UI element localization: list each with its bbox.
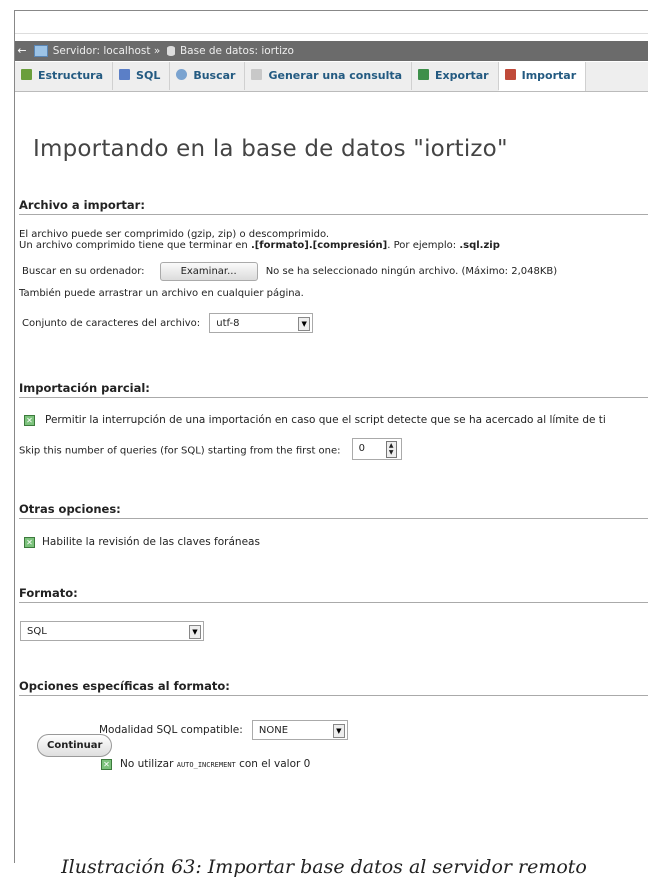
skip-queries-input[interactable]: 0 ▲ ▼ (351, 438, 402, 460)
browse-button[interactable]: Examinar... (159, 262, 258, 281)
continue-button[interactable]: Continuar (37, 734, 113, 757)
server-icon (34, 45, 49, 57)
chevron-down-icon: ▼ (332, 724, 345, 738)
no-autoinc-label: No utilizar (120, 758, 177, 770)
allow-interrupt-row[interactable]: ✕ Permitir la interrupción de una importa… (24, 414, 648, 426)
top-strip (15, 11, 648, 34)
note-example: .sql.zip (459, 240, 500, 251)
tab-label: Estructura (38, 69, 104, 82)
charset-label: Conjunto de caracteres del archivo: (22, 318, 201, 329)
breadcrumb-separator: » (153, 45, 161, 57)
section-title: Importación parcial: (19, 381, 648, 398)
skip-label: Skip this number of queries (for SQL) st… (19, 445, 341, 457)
spinner-icon[interactable]: ▲ ▼ (385, 441, 397, 458)
section-formato: Formato: SQL ▼ (19, 586, 648, 641)
tab-sql[interactable]: SQL (113, 62, 171, 90)
charset-value: utf-8 (216, 318, 240, 329)
export-icon (418, 69, 430, 80)
tab-label: Exportar (435, 69, 489, 82)
structure-icon (21, 69, 32, 80)
no-file-text: No se ha seleccionado ningún archivo. (M… (265, 266, 558, 277)
section-archivo: Archivo a importar: El archivo puede ser… (19, 198, 648, 333)
browse-row: Buscar en su ordenador: Examinar... No s… (19, 259, 648, 281)
compat-row: Modalidad SQL compatible: NONE ▼ (99, 718, 648, 740)
format-select[interactable]: SQL ▼ (20, 621, 204, 641)
section-otras: Otras opciones: ✕ Habilite la revisión de… (19, 502, 648, 548)
compat-label: Modalidad SQL compatible: (99, 724, 243, 736)
fk-check-row[interactable]: ✕ Habilite la revisión de las claves forá… (24, 536, 648, 548)
tab-label: Buscar (193, 69, 236, 82)
checkbox-icon[interactable]: ✕ (101, 758, 112, 770)
checkbox-icon[interactable]: ✕ (24, 536, 35, 548)
fk-check-label: Habilite la revisión de las claves forán… (42, 536, 260, 548)
note-format: .[formato].[compresión] (250, 240, 388, 251)
format-value: SQL (27, 626, 47, 637)
sql-icon (119, 69, 131, 80)
tab-buscar[interactable]: Buscar (170, 62, 246, 90)
compat-value: NONE (258, 725, 289, 736)
chevron-down-icon: ▼ (189, 625, 201, 639)
tab-label: Importar (521, 69, 577, 82)
note-text: Un archivo comprimido tiene que terminar… (19, 240, 251, 251)
section-especificas: Opciones específicas al formato: Modalid… (19, 679, 648, 770)
compat-select[interactable]: NONE ▼ (251, 720, 348, 740)
skip-value: 0 (358, 443, 366, 454)
section-title: Otras opciones: (19, 502, 648, 519)
compression-note-2: Un archivo comprimido tiene que terminar… (19, 240, 648, 251)
tab-generar-consulta[interactable]: Generar una consulta (245, 62, 413, 90)
allow-interrupt-label: Permitir la interrupción de una importac… (45, 414, 606, 426)
database-icon (166, 46, 175, 56)
tab-importar[interactable]: Importar (498, 62, 587, 91)
figure-caption: Ilustración 63: Importar base datos al s… (61, 856, 587, 878)
browse-label: Buscar en su ordenador: (22, 266, 145, 277)
chevron-down-icon: ▼ (298, 317, 311, 331)
format-row: SQL ▼ (20, 619, 648, 641)
breadcrumb: ← Servidor: localhost » Base de datos: i… (15, 41, 648, 61)
back-arrow-icon[interactable]: ← (15, 41, 29, 61)
charset-select[interactable]: utf-8 ▼ (209, 313, 314, 333)
charset-row: Conjunto de caracteres del archivo: utf-… (19, 311, 648, 333)
no-autoinc-label: con el valor 0 (235, 758, 311, 770)
tab-estructura[interactable]: Estructura (15, 62, 114, 90)
browser-frame: ← Servidor: localhost » Base de datos: i… (14, 10, 648, 863)
no-autoinc-code: AUTO_INCREMENT (176, 761, 236, 769)
search-icon (176, 69, 188, 80)
note-text: . Por ejemplo: (387, 240, 460, 251)
checkbox-icon[interactable]: ✕ (24, 414, 35, 426)
compression-note: El archivo puede ser comprimido (gzip, z… (19, 229, 330, 240)
drag-hint: También puede arrastrar un archivo en cu… (19, 288, 304, 299)
section-title: Opciones específicas al formato: (19, 679, 648, 696)
section-title: Archivo a importar: (19, 198, 648, 215)
page-title: Importando en la base de datos "iortizo" (33, 136, 508, 162)
tab-label: Generar una consulta (268, 69, 403, 82)
breadcrumb-server[interactable]: Servidor: localhost (53, 45, 151, 57)
skip-row: Skip this number of queries (for SQL) st… (19, 438, 648, 460)
tab-exportar[interactable]: Exportar (412, 62, 499, 90)
section-parcial: Importación parcial: ✕ Permitir la interr… (19, 381, 648, 460)
no-autoinc-row[interactable]: ✕ No utilizar AUTO_INCREMENT con el valor… (101, 758, 648, 770)
tab-bar: Estructura SQL Buscar Generar una consulta E… (15, 62, 648, 92)
query-icon (251, 69, 263, 80)
import-icon (504, 69, 516, 80)
breadcrumb-database[interactable]: Base de datos: iortizo (180, 45, 294, 57)
tab-label: SQL (136, 69, 161, 82)
section-title: Formato: (19, 586, 648, 603)
